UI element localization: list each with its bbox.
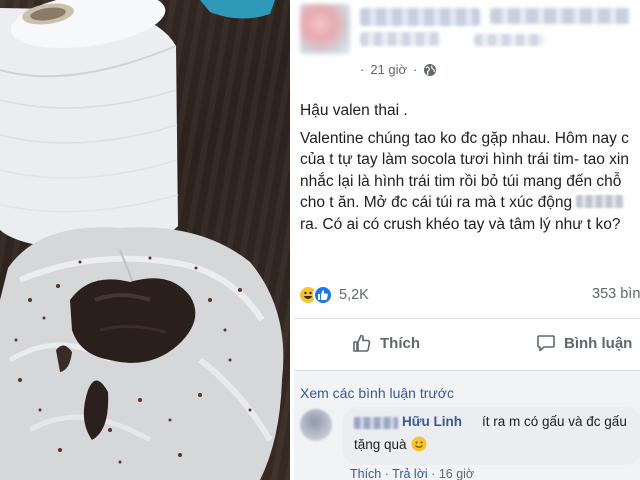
photo-chocolate-bag [0,0,290,480]
thumbs-up-icon [353,334,371,352]
comment-text-line: tặng quà [354,436,407,452]
commenter-name[interactable]: Hữu Linh [402,414,462,429]
post-text-line: Hậu valen thai . [300,102,408,119]
comment-separator: · [384,467,389,480]
post-text-line: của t tự tay làm socola tươi hình trái t… [300,151,629,168]
meta-separator: · [360,62,365,77]
comment-separator-2: · [431,467,436,480]
blue-cloth [200,0,275,19]
group-name-blurred[interactable] [490,8,630,24]
comment-bubble-icon [537,335,555,352]
reaction-count[interactable]: 5,2K [339,287,369,303]
photo-illustration [0,0,284,480]
comments-section: Xem các bình luận trước Hữu Linh ít ra m… [294,370,640,480]
commenter-avatar-blurred[interactable] [300,409,332,441]
post-text-line: ra. Có ai có crush khéo tay và tâm lý nh… [300,215,621,233]
like-thumb-icon [313,285,333,305]
like-button[interactable]: Thích [352,333,420,353]
view-previous-comments-link[interactable]: Xem các bình luận trước [300,385,454,401]
post-text-line-blur: cho t ăn. Mở đc cái túi ra mà t xúc động [300,192,640,214]
post-text-line: cho t ăn. Mở đc cái túi ra mà t xúc động [300,194,573,211]
comment-reply-link[interactable]: Trả lời [392,467,428,480]
comment-time[interactable]: 16 giờ [439,467,474,480]
comment-count[interactable]: 353 bìn [592,286,640,302]
toilet-paper-roll [0,0,179,250]
comment-like-link[interactable]: Thích [350,467,381,480]
reaction-icons[interactable] [298,285,333,305]
post-text-line: nhắc lại là hình trái tim rồi bỏ túi man… [300,172,622,190]
reactions-bar[interactable]: 5,2K 353 bìn [298,284,640,306]
author-avatar-blurred[interactable] [300,4,350,54]
like-button-label: Thích [380,334,420,352]
facebook-post: · 21 giờ · Hậu valen thai . Valentine ch… [294,0,640,480]
comment-text-line: ít ra m có gấu và đc gấu [482,414,627,429]
post-actions: Thích Bình luận [294,318,640,368]
commenter-name-blurred [354,417,398,429]
post-text-line: Valentine chúng tao ko đc gặp nhau. Hôm … [300,129,629,147]
header-blurred-text-2 [474,34,544,46]
globe-icon [424,63,437,76]
comment-text-line-2-wrap: tặng quà [354,436,427,452]
smile-emoji-icon [411,436,427,452]
post-body: Hậu valen thai . Valentine chúng tao ko … [300,100,640,235]
post-header: · 21 giờ · [294,0,640,90]
comment-bubble: Hữu Linh ít ra m có gấu và đc gấu tặng q… [342,407,640,465]
comment-button-label: Bình luận [564,334,633,352]
header-blurred-text [360,32,440,46]
post-meta: · 21 giờ · [360,62,437,77]
comment-button[interactable]: Bình luận [536,333,632,353]
post-time[interactable]: 21 giờ [370,62,407,77]
author-name-blurred[interactable] [360,8,480,26]
comment-actions: Thích · Trả lời · 16 giờ [350,467,474,480]
meta-separator-2: · [413,62,418,77]
blurred-word [576,195,625,208]
